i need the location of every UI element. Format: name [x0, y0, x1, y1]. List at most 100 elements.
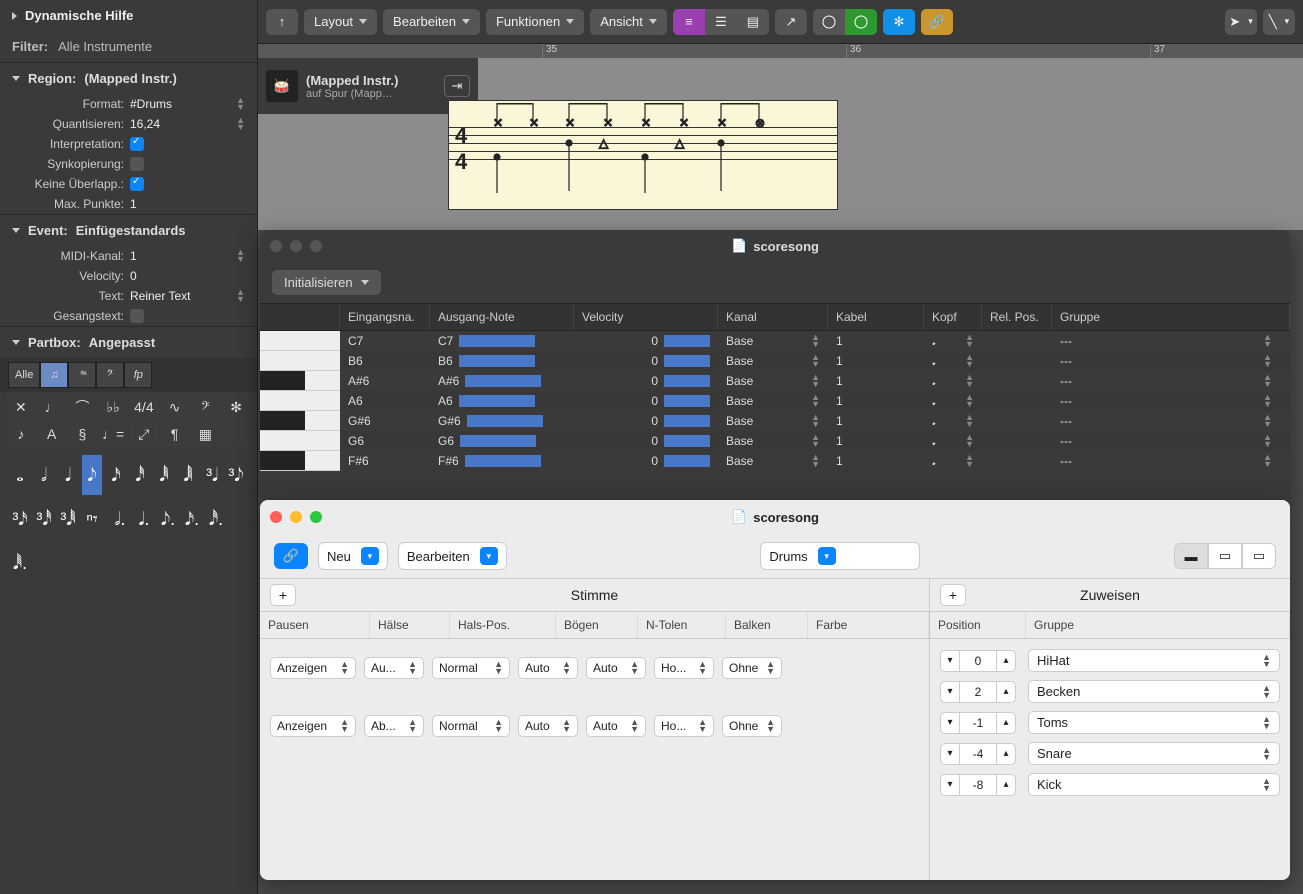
piano-key[interactable] — [260, 391, 340, 411]
note-32nd[interactable]: 𝅘𝅥𝅰 — [130, 455, 150, 495]
voice-dropdown[interactable]: Normal▲▼ — [432, 715, 510, 737]
position-spinner[interactable]: ▾-8▴ — [940, 774, 1016, 796]
col-channel[interactable]: Kanal — [718, 304, 828, 330]
density-full[interactable]: ▭ — [1242, 543, 1276, 569]
partbox-symbol[interactable]: A — [37, 421, 67, 447]
note-triplet[interactable]: ³𝅘𝅥𝅰 — [34, 499, 54, 539]
partbox-symbol[interactable]: ⌒ — [68, 394, 98, 420]
col-bogen[interactable]: Bögen — [556, 612, 638, 638]
cable-cell[interactable]: 1 — [828, 374, 924, 388]
col-halse[interactable]: Hälse — [370, 612, 450, 638]
syncopation-checkbox[interactable] — [130, 157, 144, 171]
page-view-button[interactable]: ▤ — [737, 9, 769, 35]
input-note[interactable]: A#6 — [340, 374, 430, 388]
voice-dropdown[interactable]: Anzeigen▲▼ — [270, 657, 356, 679]
overlap-checkbox[interactable] — [130, 177, 144, 191]
col-gruppe[interactable]: Gruppe — [1026, 612, 1290, 638]
head-cell[interactable]: 𝅘▲▼ — [924, 394, 982, 409]
col-balken[interactable]: Balken — [726, 612, 808, 638]
mapping-row[interactable]: B6B6 0Base▲▼1𝅘▲▼---▲▼ — [260, 351, 1290, 371]
timeline-ruler[interactable]: 35 36 37 — [258, 44, 1303, 58]
voice-dropdown[interactable]: Auto▲▼ — [586, 657, 646, 679]
velocity-cell[interactable]: 0 — [574, 394, 718, 408]
event-midi-row[interactable]: MIDI-Kanal:1▲▼ — [0, 246, 257, 266]
col-output[interactable]: Ausgang-Note — [430, 304, 574, 330]
position-spinner[interactable]: ▾0▴ — [940, 650, 1016, 672]
note-quarter[interactable]: 𝅘𝅥 — [58, 455, 78, 495]
voice-dropdown[interactable]: Normal▲▼ — [432, 657, 510, 679]
head-cell[interactable]: 𝅘▲▼ — [924, 414, 982, 429]
initialize-button[interactable]: Initialisieren — [272, 270, 381, 295]
input-note[interactable]: B6 — [340, 354, 430, 368]
input-note[interactable]: F#6 — [340, 454, 430, 468]
mapping-titlebar[interactable]: 📄 scoresong — [260, 230, 1290, 262]
piano-key[interactable] — [260, 411, 340, 431]
velocity-cell[interactable]: 0 — [574, 434, 718, 448]
group-cell[interactable]: ---▲▼ — [1052, 394, 1290, 408]
partbox-symbol[interactable]: ✕ — [6, 394, 36, 420]
channel-cell[interactable]: Base▲▼ — [718, 394, 828, 408]
linear-view-button[interactable]: ≡ — [673, 9, 705, 35]
col-relpos[interactable]: Rel. Pos. — [982, 304, 1052, 330]
note-dotted[interactable]: 𝅘𝅥𝅱. — [10, 543, 30, 583]
cable-cell[interactable]: 1 — [828, 334, 924, 348]
col-position[interactable]: Position — [930, 612, 1026, 638]
note-triplet[interactable]: ³𝅘𝅥 — [202, 455, 222, 495]
region-section-head[interactable]: Region: (Mapped Instr.) — [0, 62, 257, 94]
mapping-row[interactable]: G#6G#6 0Base▲▼1𝅘▲▼---▲▼ — [260, 411, 1290, 431]
density-medium[interactable]: ▭ — [1208, 543, 1242, 569]
catch-button[interactable]: ⇥ — [444, 75, 470, 97]
velocity-cell[interactable]: 0 — [574, 454, 718, 468]
channel-cell[interactable]: Base▲▼ — [718, 334, 828, 348]
region-maxpoints-row[interactable]: Max. Punkte:1 — [0, 194, 257, 214]
voice-dropdown[interactable]: Auto▲▼ — [586, 715, 646, 737]
midi-in-button[interactable]: ↗ — [775, 9, 807, 35]
note-128th[interactable]: 𝅘𝅥𝅲 — [178, 455, 198, 495]
col-farbe[interactable]: Farbe — [808, 612, 929, 638]
channel-cell[interactable]: Base▲▼ — [718, 414, 828, 428]
mapping-row[interactable]: A6A6 0Base▲▼1𝅘▲▼---▲▼ — [260, 391, 1290, 411]
add-assign-button[interactable]: + — [940, 584, 966, 606]
channel-cell[interactable]: Base▲▼ — [718, 374, 828, 388]
partbox-symbol[interactable]: ¶ — [160, 421, 190, 447]
partbox-symbol[interactable]: ♩= — [98, 421, 128, 447]
col-pausen[interactable]: Pausen — [260, 612, 370, 638]
event-velocity-row[interactable]: Velocity:0 — [0, 266, 257, 286]
note-half[interactable]: 𝅗𝅥 — [34, 455, 54, 495]
group-cell[interactable]: ---▲▼ — [1052, 454, 1290, 468]
wrapped-view-button[interactable]: ☰ — [705, 9, 737, 35]
zoom-icon[interactable] — [310, 240, 322, 252]
minimize-icon[interactable] — [290, 240, 302, 252]
note-triplet[interactable]: ³𝅘𝅥𝅯 — [10, 499, 30, 539]
add-voice-button[interactable]: + — [270, 584, 296, 606]
output-note[interactable]: B6 — [430, 354, 574, 368]
edit-menu[interactable]: Bearbeiten▾ — [398, 542, 507, 570]
group-select[interactable]: Kick▲▼ — [1028, 773, 1280, 796]
group-select[interactable]: Snare▲▼ — [1028, 742, 1280, 765]
staff-region[interactable]: 44 ✕ ✕ ✕ ✕ ✕ ✕ ✕ ⊗ △ △ — [448, 100, 838, 210]
partbox-tab-notes[interactable]: ♫ — [40, 362, 68, 388]
note-dotted[interactable]: 𝅘𝅥. — [134, 499, 154, 539]
note-eighth[interactable]: 𝅘𝅥𝅮 — [82, 455, 102, 495]
note-ntuplet[interactable]: ⁿ𝄾 — [82, 499, 102, 539]
tool-button[interactable]: ✻ — [883, 9, 915, 35]
channel-cell[interactable]: Base▲▼ — [718, 454, 828, 468]
edit-menu[interactable]: Bearbeiten — [383, 9, 480, 35]
position-spinner[interactable]: ▾-1▴ — [940, 712, 1016, 734]
link-button[interactable]: 🔗 — [921, 9, 953, 35]
help-header[interactable]: Dynamische Hilfe — [0, 0, 257, 31]
pointer-tool[interactable]: ➤▾ — [1225, 9, 1257, 35]
voice-dropdown[interactable]: Auto▲▼ — [518, 657, 578, 679]
cable-cell[interactable]: 1 — [828, 454, 924, 468]
partbox-tab-dynamics[interactable]: fp — [124, 362, 152, 388]
link-toggle-button[interactable]: 🔗 — [274, 543, 308, 569]
note-64th[interactable]: 𝅘𝅥𝅱 — [154, 455, 174, 495]
voice-dropdown[interactable]: Anzeigen▲▼ — [270, 715, 356, 737]
input-note[interactable]: C7 — [340, 334, 430, 348]
piano-key[interactable] — [260, 371, 340, 391]
close-icon[interactable] — [270, 511, 282, 523]
piano-key[interactable] — [260, 431, 340, 451]
partbox-tab-clef[interactable]: 𝄢 — [96, 362, 124, 388]
input-note[interactable]: G6 — [340, 434, 430, 448]
note-triplet[interactable]: ³𝅘𝅥𝅱 — [58, 499, 78, 539]
